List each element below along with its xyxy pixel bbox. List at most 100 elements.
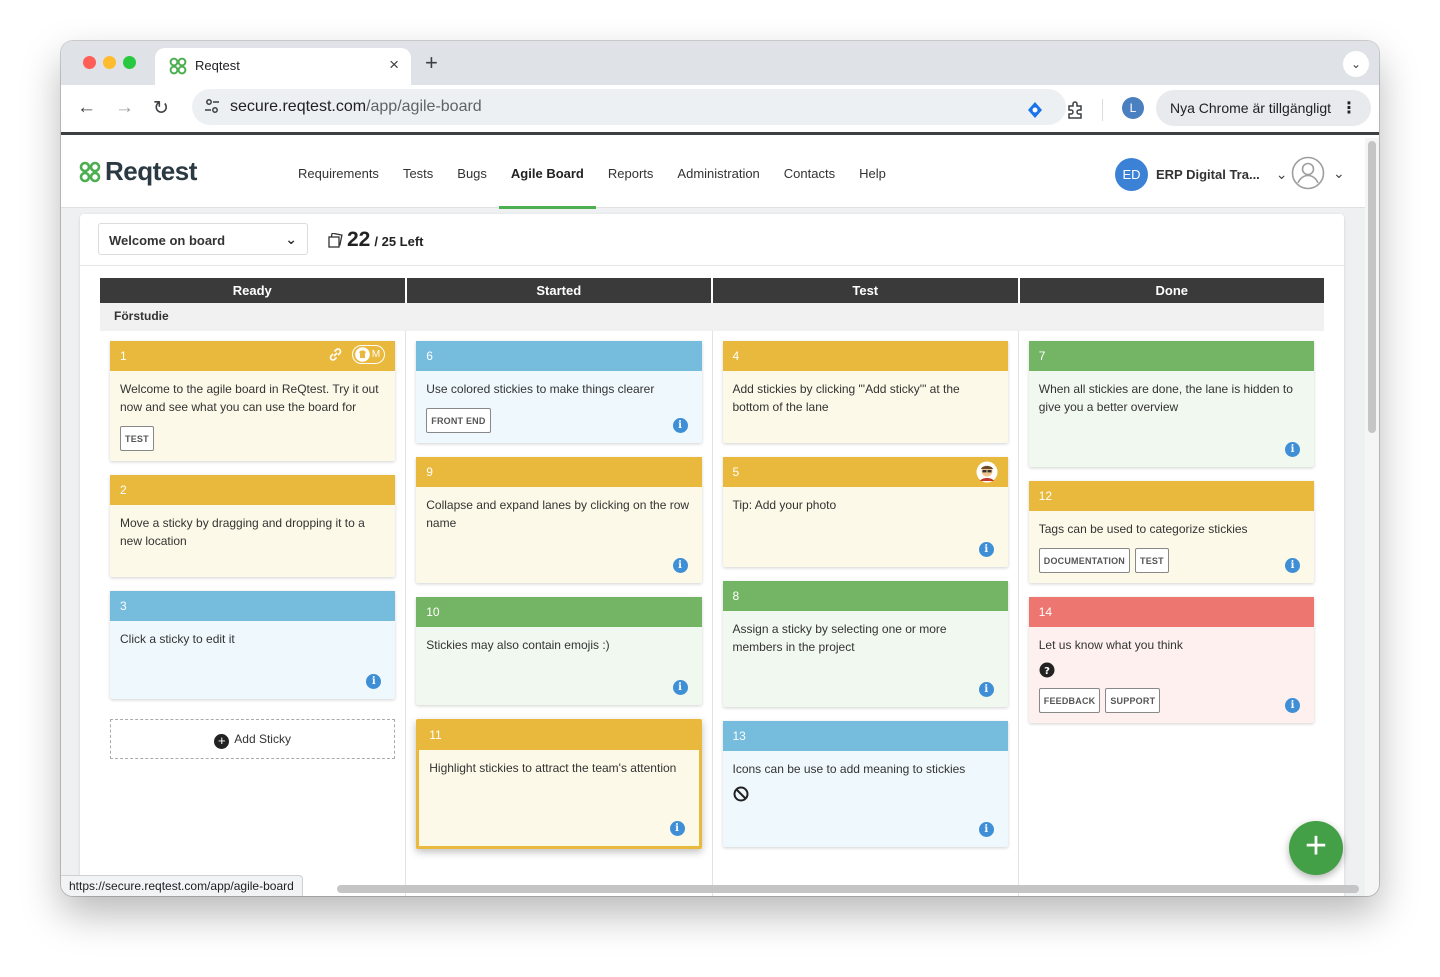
tag[interactable]: SUPPORT (1105, 688, 1161, 713)
user-menu[interactable]: ⌄ (1291, 156, 1345, 190)
member-badge[interactable]: M (351, 345, 386, 364)
nav-agile-board[interactable]: Agile Board (498, 138, 596, 209)
profile-avatar[interactable]: L (1122, 97, 1144, 119)
browser-tab[interactable]: Reqtest × (155, 48, 411, 85)
extension-diamond-icon[interactable] (1025, 100, 1045, 120)
reload-icon[interactable]: ↻ (153, 97, 169, 120)
nav-requirements[interactable]: Requirements (286, 138, 391, 208)
close-window-button[interactable] (83, 56, 96, 69)
sticky-body: Assign a sticky by selecting one or more… (723, 611, 1008, 707)
minimize-window-button[interactable] (103, 56, 116, 69)
sticky-text: Add stickies by clicking "'Add sticky'" … (732, 382, 960, 414)
app-header: Reqtest Requirements Tests Bugs Agile Bo… (61, 138, 1365, 209)
info-icon[interactable]: i (672, 418, 688, 433)
nav-bugs[interactable]: Bugs (445, 138, 499, 208)
plus-icon: + (214, 734, 230, 749)
sticky-id: 13 (732, 729, 746, 743)
info-icon[interactable]: i (978, 682, 994, 697)
add-floating-button[interactable]: + (1289, 821, 1343, 875)
url-host: secure.reqtest.com (230, 98, 367, 115)
user-photo-icon[interactable] (976, 461, 998, 483)
column-header-done: Done (1019, 278, 1324, 303)
info-icon[interactable]: i (672, 680, 688, 695)
sticky-card[interactable]: 3 Click a sticky to edit it i (110, 591, 396, 699)
sticky-text: Highlight stickies to attract the team's… (429, 761, 677, 775)
info-icon[interactable]: i (669, 821, 685, 836)
sticky-body: When all stickies are done, the lane is … (1029, 371, 1314, 467)
board-toolbar: Welcome on board ⌄ 22 / 25 Left (80, 214, 1344, 266)
tag[interactable]: DOCUMENTATION (1038, 548, 1131, 573)
nav-reports[interactable]: Reports (596, 138, 666, 208)
address-bar[interactable]: secure.reqtest.com/app/agile-board G (192, 89, 1066, 125)
info-icon[interactable]: i (366, 674, 382, 689)
new-tab-icon[interactable]: + (425, 50, 438, 76)
reqtest-logo[interactable]: Reqtest (79, 156, 197, 187)
url-text: secure.reqtest.com/app/agile-board (230, 98, 482, 116)
tab-search-chevron-icon[interactable]: ⌄ (1343, 51, 1369, 77)
back-icon[interactable]: ← (77, 97, 96, 119)
sticky-count: 22 (347, 228, 371, 251)
sticky-card[interactable]: 12 Tags can be used to categorize sticki… (1028, 481, 1314, 583)
sticky-id: 2 (120, 483, 127, 497)
info-icon[interactable]: i (1285, 698, 1300, 713)
sticky-card[interactable]: 8 Assign a sticky by selecting one or mo… (722, 581, 1008, 707)
info-icon[interactable]: i (1285, 442, 1300, 457)
tag[interactable]: TEST (120, 426, 154, 451)
user-avatar-icon (1291, 156, 1325, 190)
sticky-text: Tip: Add your photo (732, 498, 837, 512)
sticky-id: 8 (732, 589, 740, 603)
nav-administration[interactable]: Administration (665, 138, 771, 208)
lane-header[interactable]: Förstudie (100, 303, 1324, 331)
sticky-body: Collapse and expand lanes by clicking on… (416, 487, 701, 583)
info-icon[interactable]: i (1285, 558, 1300, 573)
sticky-count-left: / 25 Left (374, 234, 424, 249)
info-icon[interactable]: i (672, 558, 688, 573)
sticky-card[interactable]: 10 Stickies may also contain emojis :) i (416, 597, 702, 705)
tag[interactable]: FRONT END (426, 408, 491, 433)
link-icon[interactable] (327, 346, 344, 363)
sticky-card[interactable]: 9 Collapse and expand lanes by clicking … (416, 457, 702, 583)
sticky-card[interactable]: 14 Let us know what you think ? FEEDBACK… (1028, 597, 1314, 723)
sticky-id: 10 (426, 605, 440, 619)
extensions-puzzle-icon[interactable] (1065, 100, 1085, 120)
tshirt-icon (355, 347, 370, 362)
nav-tests[interactable]: Tests (391, 138, 445, 208)
add-sticky-button[interactable]: + Add Sticky (110, 719, 396, 759)
sticky-card[interactable]: 2 Move a sticky by dragging and dropping… (110, 475, 396, 577)
chrome-update-button[interactable]: Nya Chrome är tillgängligt ⋮ (1156, 90, 1371, 126)
horizontal-scrollbar[interactable] (337, 885, 1359, 893)
sticky-card[interactable]: 7 When all stickies are done, the lane i… (1028, 341, 1314, 467)
nav-contacts[interactable]: Contacts (772, 138, 847, 208)
sticky-card[interactable]: 5 Tip: Add your photo i (722, 457, 1008, 567)
sticky-card-highlighted[interactable]: 11 Highlight stickies to attract the tea… (416, 719, 702, 849)
sticky-card[interactable]: 1 M Welcome to the agile board in ReQtes… (110, 341, 396, 461)
toolbar-divider (1102, 99, 1103, 121)
vertical-scrollbar[interactable] (1368, 141, 1376, 433)
chrome-menu-icon[interactable]: ⋮ (1341, 98, 1357, 118)
sticky-card[interactable]: 6 Use colored stickies to make things cl… (416, 341, 702, 443)
tag[interactable]: FEEDBACK (1038, 688, 1101, 713)
sticky-card[interactable]: 13 Icons can be use to add meaning to st… (722, 721, 1008, 847)
forward-icon[interactable]: → (115, 97, 134, 119)
main-nav: Requirements Tests Bugs Agile Board Repo… (286, 138, 898, 209)
sticky-card[interactable]: 4 Add stickies by clicking "'Add sticky'… (722, 341, 1008, 443)
info-icon[interactable]: i (978, 542, 994, 557)
chevron-down-icon: ⌄ (285, 231, 297, 247)
org-selector[interactable]: ED ERP Digital Tra... ⌄ (1115, 158, 1288, 191)
sticky-header: 9 (416, 457, 702, 487)
sticky-header: 7 (1028, 341, 1314, 371)
info-icon[interactable]: i (978, 822, 994, 837)
sticky-tags: FEEDBACK SUPPORT (1038, 688, 1304, 713)
sticky-id: 3 (120, 599, 127, 613)
sticky-id: 1 (120, 349, 127, 363)
org-name: ERP Digital Tra... (1156, 167, 1260, 182)
sticky-header-icons (976, 461, 998, 483)
site-settings-icon[interactable] (204, 98, 220, 114)
sticky-text: Tags can be used to categorize stickies (1038, 522, 1248, 536)
nav-help[interactable]: Help (847, 138, 898, 208)
tag[interactable]: TEST (1135, 548, 1169, 573)
board-selector[interactable]: Welcome on board ⌄ (98, 223, 308, 255)
close-tab-icon[interactable]: × (389, 55, 399, 75)
maximize-window-button[interactable] (123, 56, 136, 69)
reqtest-app: Reqtest Requirements Tests Bugs Agile Bo… (61, 138, 1365, 896)
